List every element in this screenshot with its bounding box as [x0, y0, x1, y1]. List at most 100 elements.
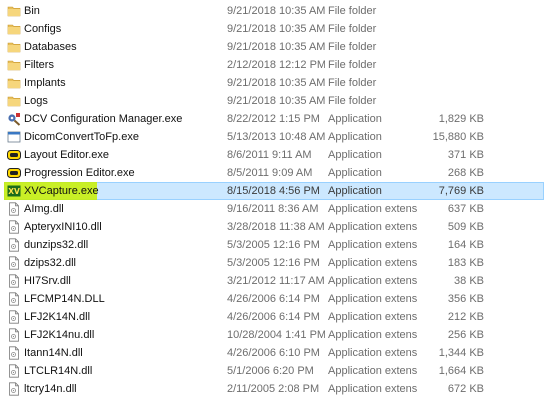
file-row[interactable]: LFJ2K14N.dll 4/26/2006 6:14 PM Application… — [0, 308, 547, 326]
file-date-modified: 9/21/2018 10:35 AM — [227, 95, 325, 107]
file-row[interactable]: Progression Editor.exe 8/5/2011 9:09 AM Ap… — [0, 164, 547, 182]
file-row[interactable]: dunzips32.dll 5/3/2005 12:16 PM Applicatio… — [0, 236, 547, 254]
folder-icon — [7, 94, 21, 108]
file-row[interactable]: Databases 9/21/2018 10:35 AM File folder — [0, 38, 547, 56]
file-size: 268 KB — [447, 167, 484, 179]
file-type: Application — [328, 149, 382, 161]
file-name: LFCMP14N.DLL — [24, 293, 105, 305]
file-date-modified: 9/21/2018 10:35 AM — [227, 77, 325, 89]
dll-file-icon — [7, 256, 21, 270]
file-type: Application — [328, 185, 382, 197]
file-type: File folder — [328, 23, 377, 35]
file-name: DCV Configuration Manager.exe — [24, 113, 183, 125]
folder-icon — [7, 58, 21, 72]
file-name: Layout Editor.exe — [24, 149, 110, 161]
file-row[interactable]: ltcry14n.dll 2/11/2005 2:08 PM Application… — [0, 380, 547, 398]
file-type: Application extens — [328, 383, 418, 395]
file-name: dunzips32.dll — [24, 239, 89, 251]
file-row[interactable]: Layout Editor.exe 8/6/2011 9:11 AM Applica… — [0, 146, 547, 164]
file-name: LFJ2K14nu.dll — [24, 329, 95, 341]
file-name: Databases — [24, 41, 77, 53]
file-size: 509 KB — [447, 221, 484, 233]
file-date-modified: 8/22/2012 1:15 PM — [227, 113, 320, 125]
dcv-config-app-icon — [7, 112, 21, 126]
file-name: Bin — [24, 5, 40, 17]
file-date-modified: 4/26/2006 6:14 PM — [227, 293, 320, 305]
file-date-modified: 5/13/2013 10:48 AM — [227, 131, 325, 143]
dll-file-icon — [7, 202, 21, 216]
file-row[interactable]: Configs 9/21/2018 10:35 AM File folder — [0, 20, 547, 38]
file-type: Application extens — [328, 329, 418, 341]
file-date-modified: 8/15/2018 4:56 PM — [227, 185, 320, 197]
file-type: File folder — [328, 5, 377, 17]
file-type: Application extens — [328, 311, 418, 323]
dll-file-icon — [7, 364, 21, 378]
file-name: Implants — [24, 77, 66, 89]
file-size: 637 KB — [447, 203, 484, 215]
file-row[interactable]: HI7Srv.dll 3/21/2012 11:17 AM Application … — [0, 272, 547, 290]
file-date-modified: 5/3/2005 12:16 PM — [227, 257, 320, 269]
file-date-modified: 9/21/2018 10:35 AM — [227, 41, 325, 53]
file-size: 15,880 KB — [432, 131, 484, 143]
file-type: File folder — [328, 77, 377, 89]
dll-file-icon — [7, 220, 21, 234]
file-type: File folder — [328, 41, 377, 53]
file-row[interactable]: Implants 9/21/2018 10:35 AM File folder — [0, 74, 547, 92]
file-row[interactable]: LTCLR14N.dll 5/1/2006 6:20 PM Application … — [0, 362, 547, 380]
file-name: Filters — [24, 59, 54, 71]
folder-icon — [7, 76, 21, 90]
file-row[interactable]: AImg.dll 9/16/2011 8:36 AM Application ext… — [0, 200, 547, 218]
folder-icon — [7, 4, 21, 18]
file-size: 256 KB — [447, 329, 484, 341]
file-size: 356 KB — [447, 293, 484, 305]
progression-editor-app-icon — [7, 166, 21, 180]
application-window-icon — [7, 130, 21, 144]
file-type: Application — [328, 131, 382, 143]
file-type: Application extens — [328, 203, 418, 215]
dll-file-icon — [7, 274, 21, 288]
dll-file-icon — [7, 292, 21, 306]
file-type: Application — [328, 113, 382, 125]
file-type: Application extens — [328, 293, 418, 305]
layout-editor-app-icon — [7, 148, 21, 162]
file-row[interactable]: DCV Configuration Manager.exe 8/22/2012 1… — [0, 110, 547, 128]
file-row-selected[interactable]: XV XVCapture.exe 8/15/2018 4:56 PM Applicat… — [0, 182, 547, 200]
file-type: File folder — [328, 59, 377, 71]
file-size: 672 KB — [447, 383, 484, 395]
file-row[interactable]: Bin 9/21/2018 10:35 AM File folder — [0, 2, 547, 20]
file-size: 183 KB — [447, 257, 484, 269]
file-name: DicomConvertToFp.exe — [24, 131, 139, 143]
file-name: dzips32.dll — [24, 257, 76, 269]
file-name: XVCapture.exe — [24, 185, 99, 197]
file-row[interactable]: Itann14N.dll 4/26/2006 6:10 PM Application… — [0, 344, 547, 362]
file-type: Application extens — [328, 347, 418, 359]
file-size: 7,769 KB — [438, 185, 484, 197]
file-type: Application extens — [328, 257, 418, 269]
file-size: 371 KB — [447, 149, 484, 161]
file-row[interactable]: LFCMP14N.DLL 4/26/2006 6:14 PM Application… — [0, 290, 547, 308]
file-row[interactable]: ApteryxINI10.dll 3/28/2018 11:38 AM Applic… — [0, 218, 547, 236]
file-name: Progression Editor.exe — [24, 167, 135, 179]
file-type: Application extens — [328, 239, 418, 251]
folder-icon — [7, 22, 21, 36]
file-date-modified: 3/21/2012 11:17 AM — [227, 275, 325, 287]
file-size: 38 KB — [454, 275, 484, 287]
file-date-modified: 2/11/2005 2:08 PM — [227, 383, 320, 395]
file-row[interactable]: Filters 2/12/2018 12:12 PM File folder — [0, 56, 547, 74]
file-date-modified: 2/12/2018 12:12 PM — [227, 59, 325, 71]
file-type: Application extens — [328, 365, 418, 377]
file-date-modified: 10/28/2004 1:41 PM — [227, 329, 325, 341]
file-row[interactable]: dzips32.dll 5/3/2005 12:16 PM Application … — [0, 254, 547, 272]
dll-file-icon — [7, 238, 21, 252]
file-row[interactable]: DicomConvertToFp.exe 5/13/2013 10:48 AM Ap… — [0, 128, 547, 146]
file-date-modified: 8/6/2011 9:11 AM — [227, 149, 312, 161]
file-date-modified: 3/28/2018 11:38 AM — [227, 221, 325, 233]
file-date-modified: 5/1/2006 6:20 PM — [227, 365, 314, 377]
file-row[interactable]: Logs 9/21/2018 10:35 AM File folder — [0, 92, 547, 110]
file-size: 1,829 KB — [438, 113, 484, 125]
file-date-modified: 4/26/2006 6:14 PM — [227, 311, 320, 323]
file-size: 1,664 KB — [438, 365, 484, 377]
file-name: LTCLR14N.dll — [24, 365, 93, 377]
file-row[interactable]: LFJ2K14nu.dll 10/28/2004 1:41 PM Applicati… — [0, 326, 547, 344]
file-date-modified: 9/21/2018 10:35 AM — [227, 23, 325, 35]
